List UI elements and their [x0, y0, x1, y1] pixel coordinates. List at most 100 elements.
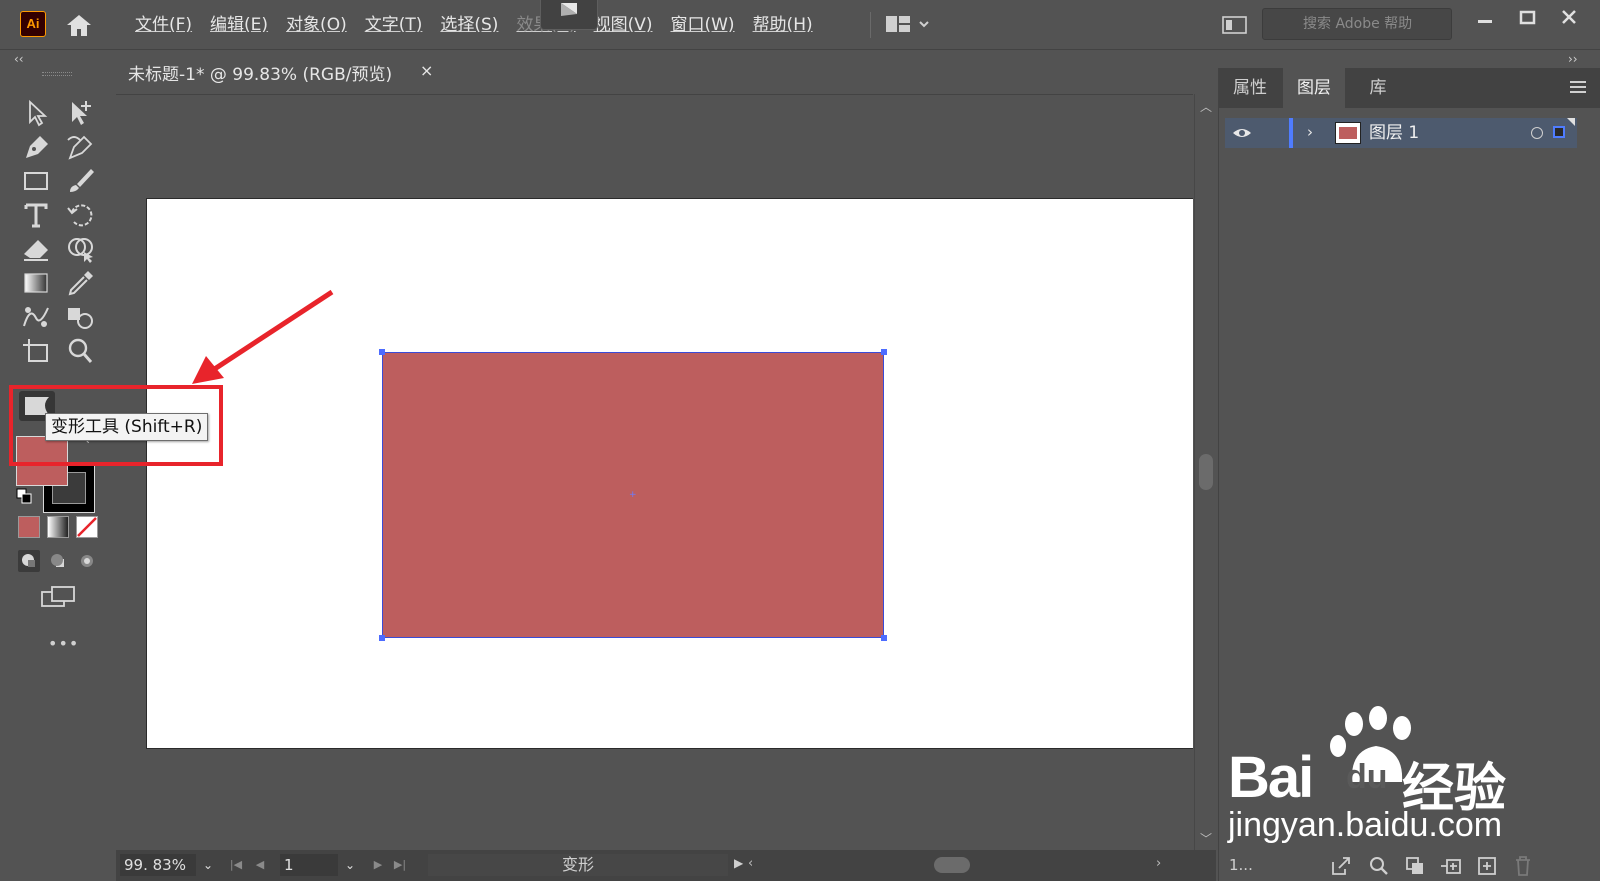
selected-rectangle[interactable]: + — [382, 352, 884, 638]
artboard-number-field[interactable]: 1 — [280, 854, 338, 876]
scroll-up-icon[interactable]: ︿ — [1200, 98, 1212, 115]
more-tools-button[interactable]: ••• — [48, 634, 79, 653]
selection-handle[interactable] — [881, 349, 887, 355]
eyedropper-tool[interactable] — [64, 268, 98, 298]
toolbar-grip[interactable] — [42, 72, 72, 76]
direct-selection-tool[interactable] — [64, 98, 98, 128]
maximize-button[interactable] — [1510, 6, 1544, 30]
draw-behind-button[interactable] — [47, 550, 69, 572]
layer-row[interactable]: › 图层 1 — [1225, 118, 1577, 148]
clipping-mask-button[interactable] — [1403, 854, 1427, 878]
none-mode-button[interactable] — [76, 516, 98, 538]
app-logo: Ai — [20, 11, 46, 37]
next-artboard-icon[interactable]: ▶ — [370, 856, 386, 874]
canvas-area[interactable]: + — [116, 94, 1193, 850]
eraser-tool[interactable] — [20, 234, 54, 264]
paintbrush-tool[interactable] — [64, 166, 98, 196]
scroll-down-icon[interactable]: ﹀ — [1200, 830, 1212, 847]
selection-handle[interactable] — [379, 635, 385, 641]
collapse-toolbar-button[interactable]: ‹‹ — [14, 52, 24, 66]
symbol-icon — [68, 308, 93, 329]
draw-normal-button[interactable] — [18, 550, 40, 572]
document-tab[interactable]: 未标题-1* @ 99.83% (RGB/预览) × — [116, 52, 446, 92]
selection-tool[interactable] — [20, 98, 54, 128]
locate-object-button[interactable] — [1367, 854, 1391, 878]
selection-handle[interactable] — [379, 349, 385, 355]
workspace-switcher[interactable] — [886, 14, 938, 36]
pen-tool[interactable] — [20, 132, 54, 162]
blend-tool[interactable] — [20, 302, 54, 332]
panel-menu-icon[interactable] — [1567, 78, 1589, 96]
draw-normal-icon — [22, 554, 35, 567]
close-document-icon[interactable]: × — [420, 61, 433, 80]
help-search-input[interactable]: 搜索 Adobe 帮助 — [1262, 8, 1452, 40]
first-artboard-icon[interactable]: |◀ — [228, 856, 244, 874]
layer-target-icon[interactable] — [1531, 127, 1543, 139]
color-mode-button[interactable] — [18, 516, 40, 538]
panel-toggle-button[interactable] — [1222, 14, 1248, 36]
menu-select[interactable]: 选择(S) — [431, 12, 507, 38]
menu-help[interactable]: 帮助(H) — [744, 12, 822, 38]
watermark-url: jingyan.baidu.com — [1228, 806, 1503, 844]
center-point: + — [629, 490, 637, 500]
menu-items: 文件(F) 编辑(E) 对象(O) 文字(T) 选择(S) 效果(C) 视图(V… — [126, 12, 822, 38]
tab-properties[interactable]: 属性 — [1219, 68, 1281, 108]
rotate-icon — [67, 204, 93, 227]
horizontal-scroll-thumb[interactable] — [934, 857, 970, 873]
export-layer-button[interactable] — [1329, 854, 1353, 878]
artboard-dropdown-icon[interactable]: ⌄ — [340, 854, 360, 876]
zoom-level-field[interactable]: 99. 83% — [120, 854, 196, 876]
shape-builder-tool[interactable] — [64, 234, 98, 264]
minimize-icon — [1478, 20, 1492, 23]
gradient-tool[interactable] — [20, 268, 54, 298]
selection-handle[interactable] — [881, 635, 887, 641]
eyedropper-icon — [68, 271, 93, 296]
zoom-tool[interactable] — [64, 336, 98, 366]
type-icon — [24, 203, 48, 228]
collapse-panels-button[interactable]: ›› — [1568, 52, 1578, 66]
current-tool-status: 变形 — [428, 854, 728, 876]
previous-artboard-icon[interactable]: ◀ — [252, 856, 268, 874]
eye-icon[interactable] — [1231, 124, 1253, 142]
draw-inside-button[interactable] — [76, 550, 98, 572]
tab-libraries[interactable]: 库 — [1347, 68, 1409, 108]
artboard[interactable]: + — [146, 198, 1193, 749]
last-artboard-icon[interactable]: ▶| — [392, 856, 408, 874]
layer-selection-indicator[interactable] — [1553, 126, 1565, 138]
horizontal-scrollbar[interactable]: ‹ › — [744, 850, 1166, 881]
menu-object[interactable]: 对象(O) — [277, 12, 356, 38]
new-sublayer-button[interactable] — [1439, 854, 1463, 878]
symbol-sprayer-tool[interactable] — [64, 302, 98, 332]
screen-mode-button[interactable] — [40, 584, 76, 610]
tab-layers[interactable]: 图层 — [1283, 68, 1345, 108]
clip-icon — [1406, 857, 1423, 874]
type-tool[interactable] — [20, 200, 54, 230]
artboard-tool[interactable] — [20, 336, 54, 366]
rotate-tool[interactable] — [64, 200, 98, 230]
curvature-tool[interactable] — [64, 132, 98, 162]
close-button[interactable] — [1552, 6, 1586, 30]
vertical-scrollbar[interactable]: ︿ ﹀ — [1194, 94, 1216, 850]
minimize-button[interactable] — [1468, 6, 1502, 30]
menu-window[interactable]: 窗口(W) — [661, 12, 743, 38]
home-icon — [67, 15, 91, 36]
scroll-left-icon[interactable]: ‹ — [748, 856, 753, 871]
menu-file[interactable]: 文件(F) — [126, 12, 201, 38]
draw-behind-icon — [51, 554, 64, 567]
menu-edit[interactable]: 编辑(E) — [201, 12, 277, 38]
status-menu-icon[interactable]: ▶ — [734, 856, 743, 870]
scroll-right-icon[interactable]: › — [1156, 856, 1161, 871]
chevron-right-icon[interactable]: › — [1307, 123, 1313, 141]
home-button[interactable] — [64, 12, 94, 38]
delete-layer-button[interactable] — [1511, 854, 1535, 878]
draw-inside-icon — [81, 555, 93, 567]
rectangle-tool[interactable] — [20, 166, 54, 196]
new-layer-button[interactable] — [1475, 854, 1499, 878]
vertical-scroll-thumb[interactable] — [1199, 454, 1213, 490]
artboard-icon — [23, 339, 48, 362]
menu-type[interactable]: 文字(T) — [356, 12, 432, 38]
layer-name[interactable]: 图层 1 — [1369, 122, 1419, 144]
zoom-dropdown-icon[interactable]: ⌄ — [198, 854, 218, 876]
gradient-mode-button[interactable] — [47, 516, 69, 538]
default-colors-icon[interactable] — [16, 488, 32, 504]
